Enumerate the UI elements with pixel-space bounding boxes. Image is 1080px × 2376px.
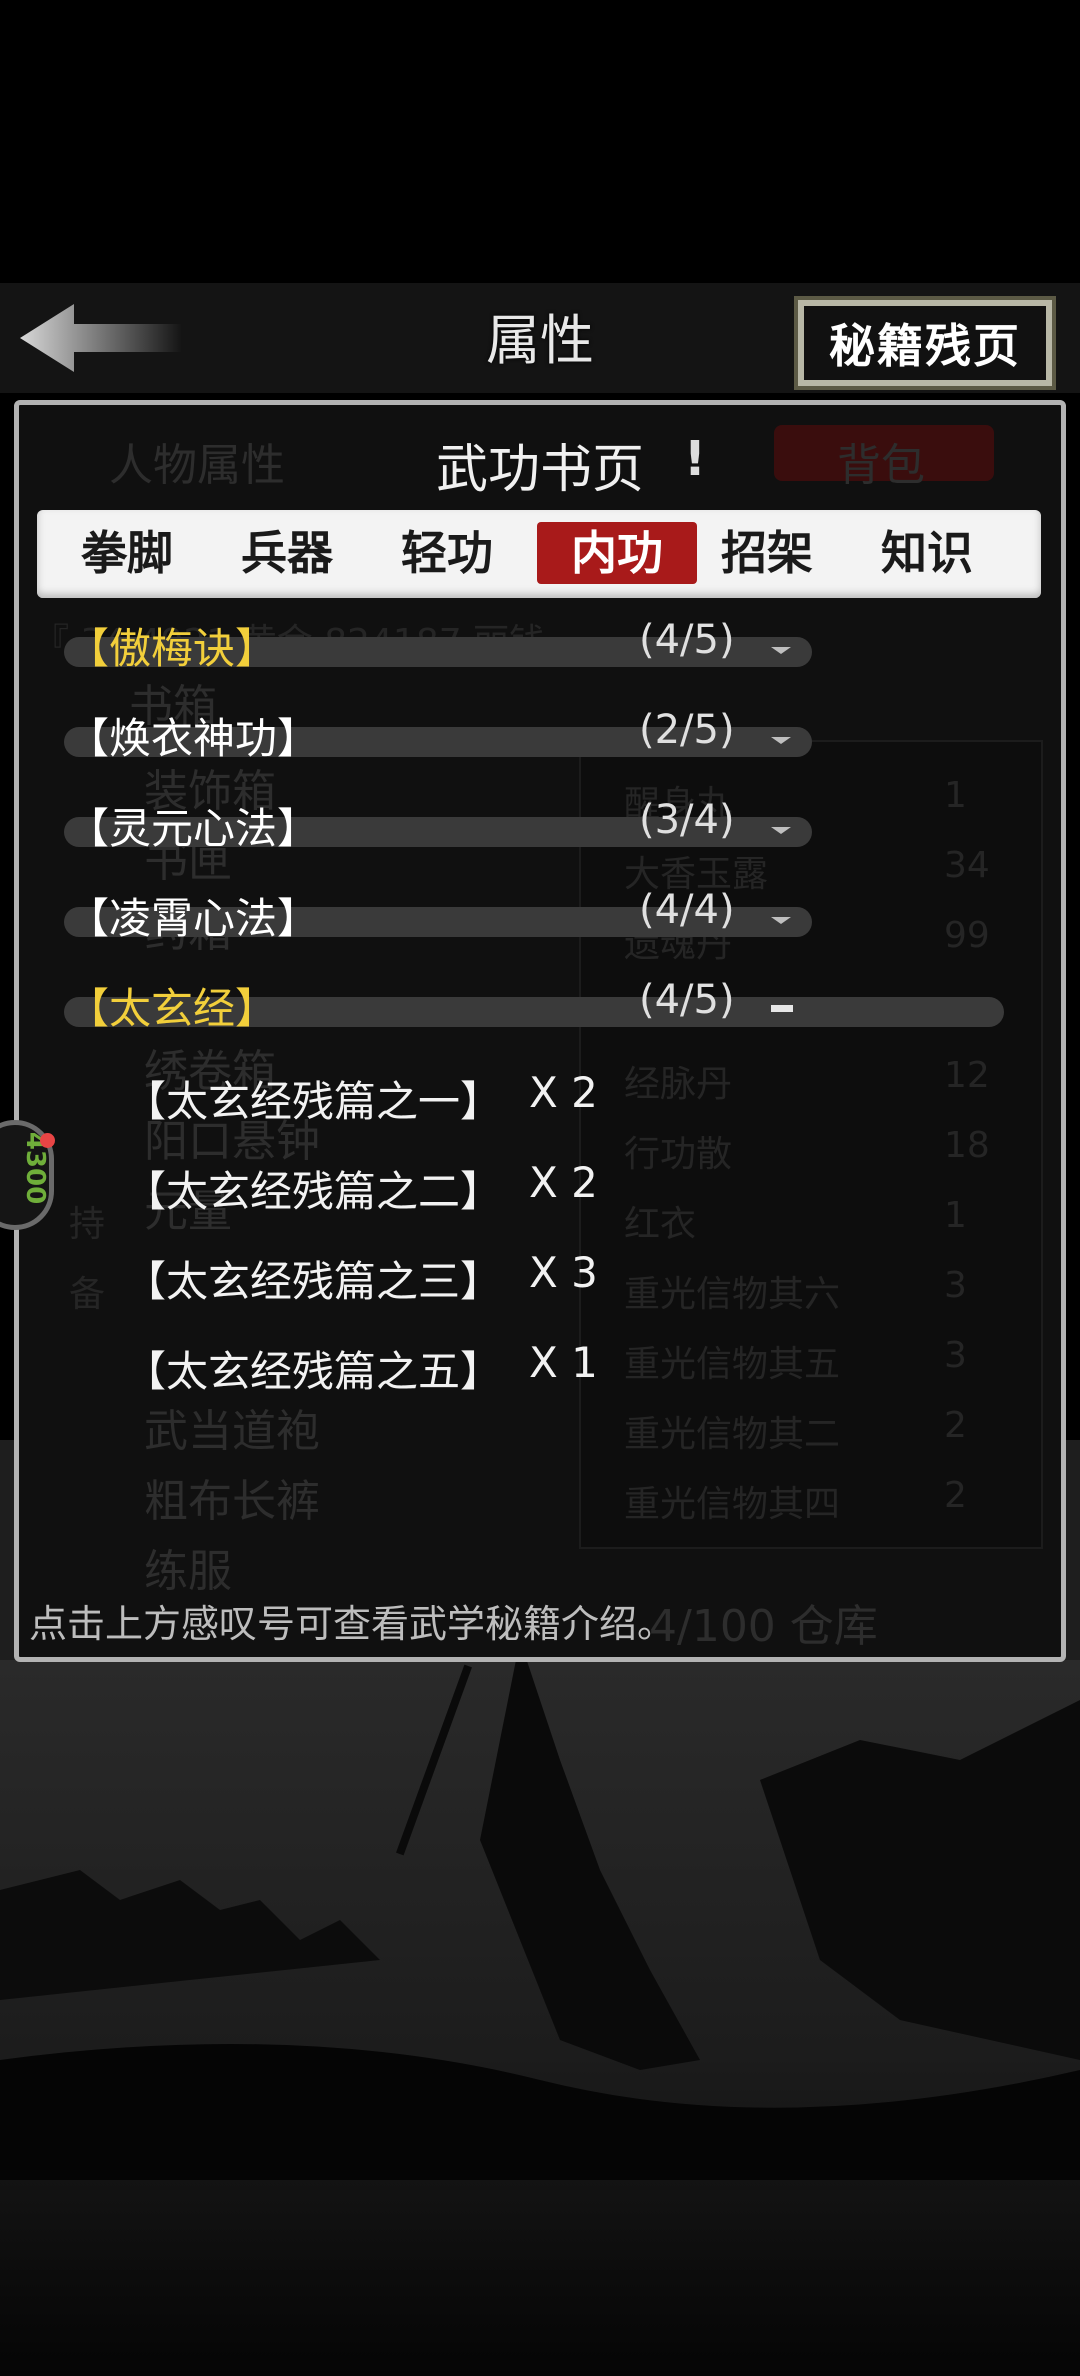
background-item: 练服 xyxy=(144,1546,232,1597)
background-inventory-qty: 2 xyxy=(944,1475,967,1516)
background-storage-label: 4/100 仓库 xyxy=(649,1601,878,1652)
skill-count: (4/5) xyxy=(639,977,735,1023)
fragment-name: 【太玄经残篇之一】 xyxy=(124,1077,503,1126)
ink-landscape-silhouette xyxy=(0,1640,1080,2180)
secret-scroll-pages-button[interactable]: 秘籍残页 xyxy=(794,296,1056,390)
background-mark: 持 xyxy=(69,1204,106,1245)
info-exclamation-icon[interactable]: ! xyxy=(684,431,706,487)
skill-name: 【凌霄心法】 xyxy=(67,894,320,943)
tab-lightness[interactable]: 轻功 xyxy=(367,522,527,584)
fragment-qty: X 1 xyxy=(529,1338,598,1387)
fragment-qty: X 3 xyxy=(529,1248,598,1297)
skill-count: (3/4) xyxy=(639,797,735,843)
background-item: 粗布长裤 xyxy=(144,1476,320,1527)
fragment-name: 【太玄经残篇之五】 xyxy=(124,1347,503,1396)
skill-count: (4/4) xyxy=(639,887,735,933)
tab-parry[interactable]: 招架 xyxy=(687,522,847,584)
tab-fist[interactable]: 拳脚 xyxy=(47,522,207,584)
background-inventory-qty: 3 xyxy=(944,1335,967,1376)
background-inventory-qty: 18 xyxy=(944,1125,990,1166)
fragment-qty: X 2 xyxy=(529,1158,598,1207)
background-inventory-qty: 12 xyxy=(944,1055,990,1096)
background-inventory-qty: 34 xyxy=(944,845,990,886)
notification-dot xyxy=(40,1133,55,1148)
category-tabs: 拳脚 兵器 轻功 内功 招架 知识 xyxy=(37,510,1041,598)
background-inventory-name: 重光信物其四 xyxy=(624,1484,841,1525)
skill-count: (2/5) xyxy=(639,707,735,753)
background-inventory-qty: 99 xyxy=(944,915,990,956)
fragment-name: 【太玄经残篇之三】 xyxy=(124,1257,503,1306)
expand-arrow-icon[interactable] xyxy=(771,827,791,834)
expand-arrow-icon[interactable] xyxy=(771,647,791,654)
background-inventory-qty: 2 xyxy=(944,1405,967,1446)
secret-scroll-pages-label: 秘籍残页 xyxy=(804,306,1046,380)
tab-weapon[interactable]: 兵器 xyxy=(207,522,367,584)
expand-arrow-icon[interactable] xyxy=(771,737,791,744)
background-inventory-name: 重光信物其五 xyxy=(624,1344,841,1385)
background-inventory-name: 重光信物其六 xyxy=(624,1274,841,1315)
skill-name: 【太玄经】 xyxy=(67,984,278,1033)
background-inventory-name: 经脉丹 xyxy=(624,1064,733,1105)
background-inventory-qty: 1 xyxy=(944,1195,967,1236)
fragment-name: 【太玄经残篇之二】 xyxy=(124,1167,503,1216)
hint-text: 点击上方感叹号可查看武学秘籍介绍。 xyxy=(29,1602,676,1646)
background-inventory-name: 重光信物其二 xyxy=(624,1414,841,1455)
background-inventory-name: 行功散 xyxy=(624,1134,733,1175)
skill-name: 【焕衣神功】 xyxy=(67,714,320,763)
expand-arrow-icon[interactable] xyxy=(771,917,791,924)
skill-name: 【灵元心法】 xyxy=(67,804,320,853)
background-inventory-qty: 1 xyxy=(944,775,967,816)
background-inventory-qty: 3 xyxy=(944,1265,967,1306)
skill-name: 【傲梅诀】 xyxy=(67,624,278,673)
fragment-qty: X 2 xyxy=(529,1068,598,1117)
collapse-minus-icon[interactable] xyxy=(771,1005,793,1012)
skill-count: (4/5) xyxy=(639,617,735,663)
tab-knowledge[interactable]: 知识 xyxy=(847,522,1007,584)
section-title: 武功书页 xyxy=(435,440,644,500)
background-item: 武当道袍 xyxy=(144,1406,320,1457)
background-mark: 备 xyxy=(69,1274,106,1315)
martial-pages-panel: 人物属性 背包 『 34 4921 黄金 824187 丽钱 书箱 装饰箱 书匣… xyxy=(14,400,1066,1662)
background-inventory-name: 红衣 xyxy=(624,1204,697,1245)
tab-inner-skill[interactable]: 内功 xyxy=(537,522,697,584)
